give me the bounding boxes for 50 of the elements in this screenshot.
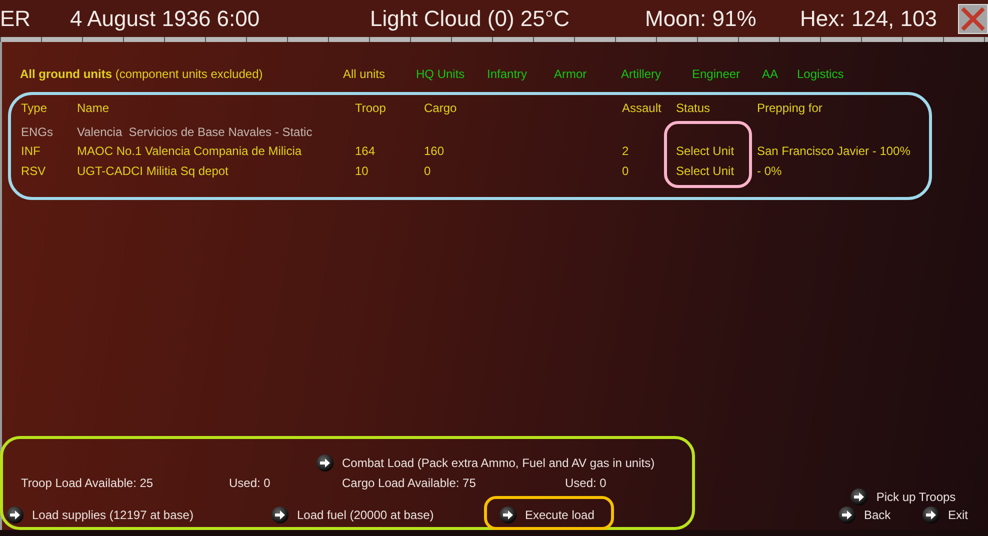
column-header: Troop <box>355 101 387 115</box>
column-header: Cargo <box>424 101 458 115</box>
table-cell-text: San Francisco Javier - 100% <box>757 144 912 158</box>
table-cell-text: UGT-CADCI Militia Sq depot <box>77 164 230 178</box>
close-button[interactable] <box>958 4 988 34</box>
filter-option[interactable]: AA <box>762 67 797 81</box>
status-text: Light Cloud (0) 25°C <box>370 6 571 32</box>
table-cell-text: RSV <box>21 164 47 178</box>
column-header: Status <box>676 101 712 115</box>
status-text: ER <box>0 6 32 32</box>
table-cell-text: 164 <box>355 144 376 158</box>
cargo-load-label: Cargo Load Available: 75 <box>342 476 477 490</box>
table-cell-text: 10 <box>355 164 370 178</box>
nav-button[interactable]: Exit <box>922 506 968 524</box>
troop-used-label: Used: 0 <box>229 476 272 490</box>
table-cell-text: Select Unit <box>676 164 736 178</box>
table-cell-text: Select Unit <box>676 144 736 158</box>
filter-option[interactable]: HQ Units <box>416 67 487 81</box>
filter-option[interactable]: Infantry <box>487 67 554 81</box>
table-cell-text: Valencia Servicios de Base Navales - Static <box>77 124 314 139</box>
table-cell-text: - 0% <box>757 164 783 178</box>
table-cell-text: ENGs <box>21 124 54 139</box>
nav-button[interactable]: Back <box>838 506 891 524</box>
close-icon <box>961 6 985 30</box>
filter-option[interactable]: All units <box>343 67 416 81</box>
nav-button[interactable]: Pick up Troops <box>850 488 956 506</box>
filter-option[interactable]: Armor <box>554 67 621 81</box>
table-cell-text: MAOC No.1 Valencia Compania de Milicia <box>77 144 303 158</box>
column-header: Name <box>77 101 110 115</box>
action-button[interactable]: Load supplies (12197 at base) <box>6 506 194 524</box>
table-cell-text: 0 <box>622 164 630 178</box>
status-text: Hex: 124, 103 <box>800 6 938 32</box>
table-cell-text: 2 <box>622 144 630 158</box>
combat-load-button[interactable]: Combat Load (Pack extra Ammo, Fuel and AV gas in units) <box>316 454 655 472</box>
cargo-used-label: Used: 0 <box>565 476 608 490</box>
table-cell-text: 0 <box>424 164 432 178</box>
action-button[interactable]: Load fuel (20000 at base) <box>271 506 434 524</box>
filter-option[interactable]: Engineer <box>692 67 762 81</box>
column-header: Assault <box>622 101 662 115</box>
table-cell-text: INF <box>21 144 42 158</box>
action-button[interactable]: Execute load <box>499 506 594 524</box>
status-text: 4 August 1936 6:00 <box>70 6 261 32</box>
troop-load-label: Troop Load Available: 25 <box>21 476 154 490</box>
filter-option[interactable]: Logistics <box>797 67 988 81</box>
filter-title: All ground units (component units excluded) <box>20 67 264 81</box>
column-header: Prepping for <box>757 101 824 115</box>
filter-option[interactable]: Artillery <box>621 67 692 81</box>
column-header: Type <box>21 101 48 115</box>
table-cell-text: 160 <box>424 144 446 158</box>
status-text: Moon: 91% <box>645 6 758 32</box>
